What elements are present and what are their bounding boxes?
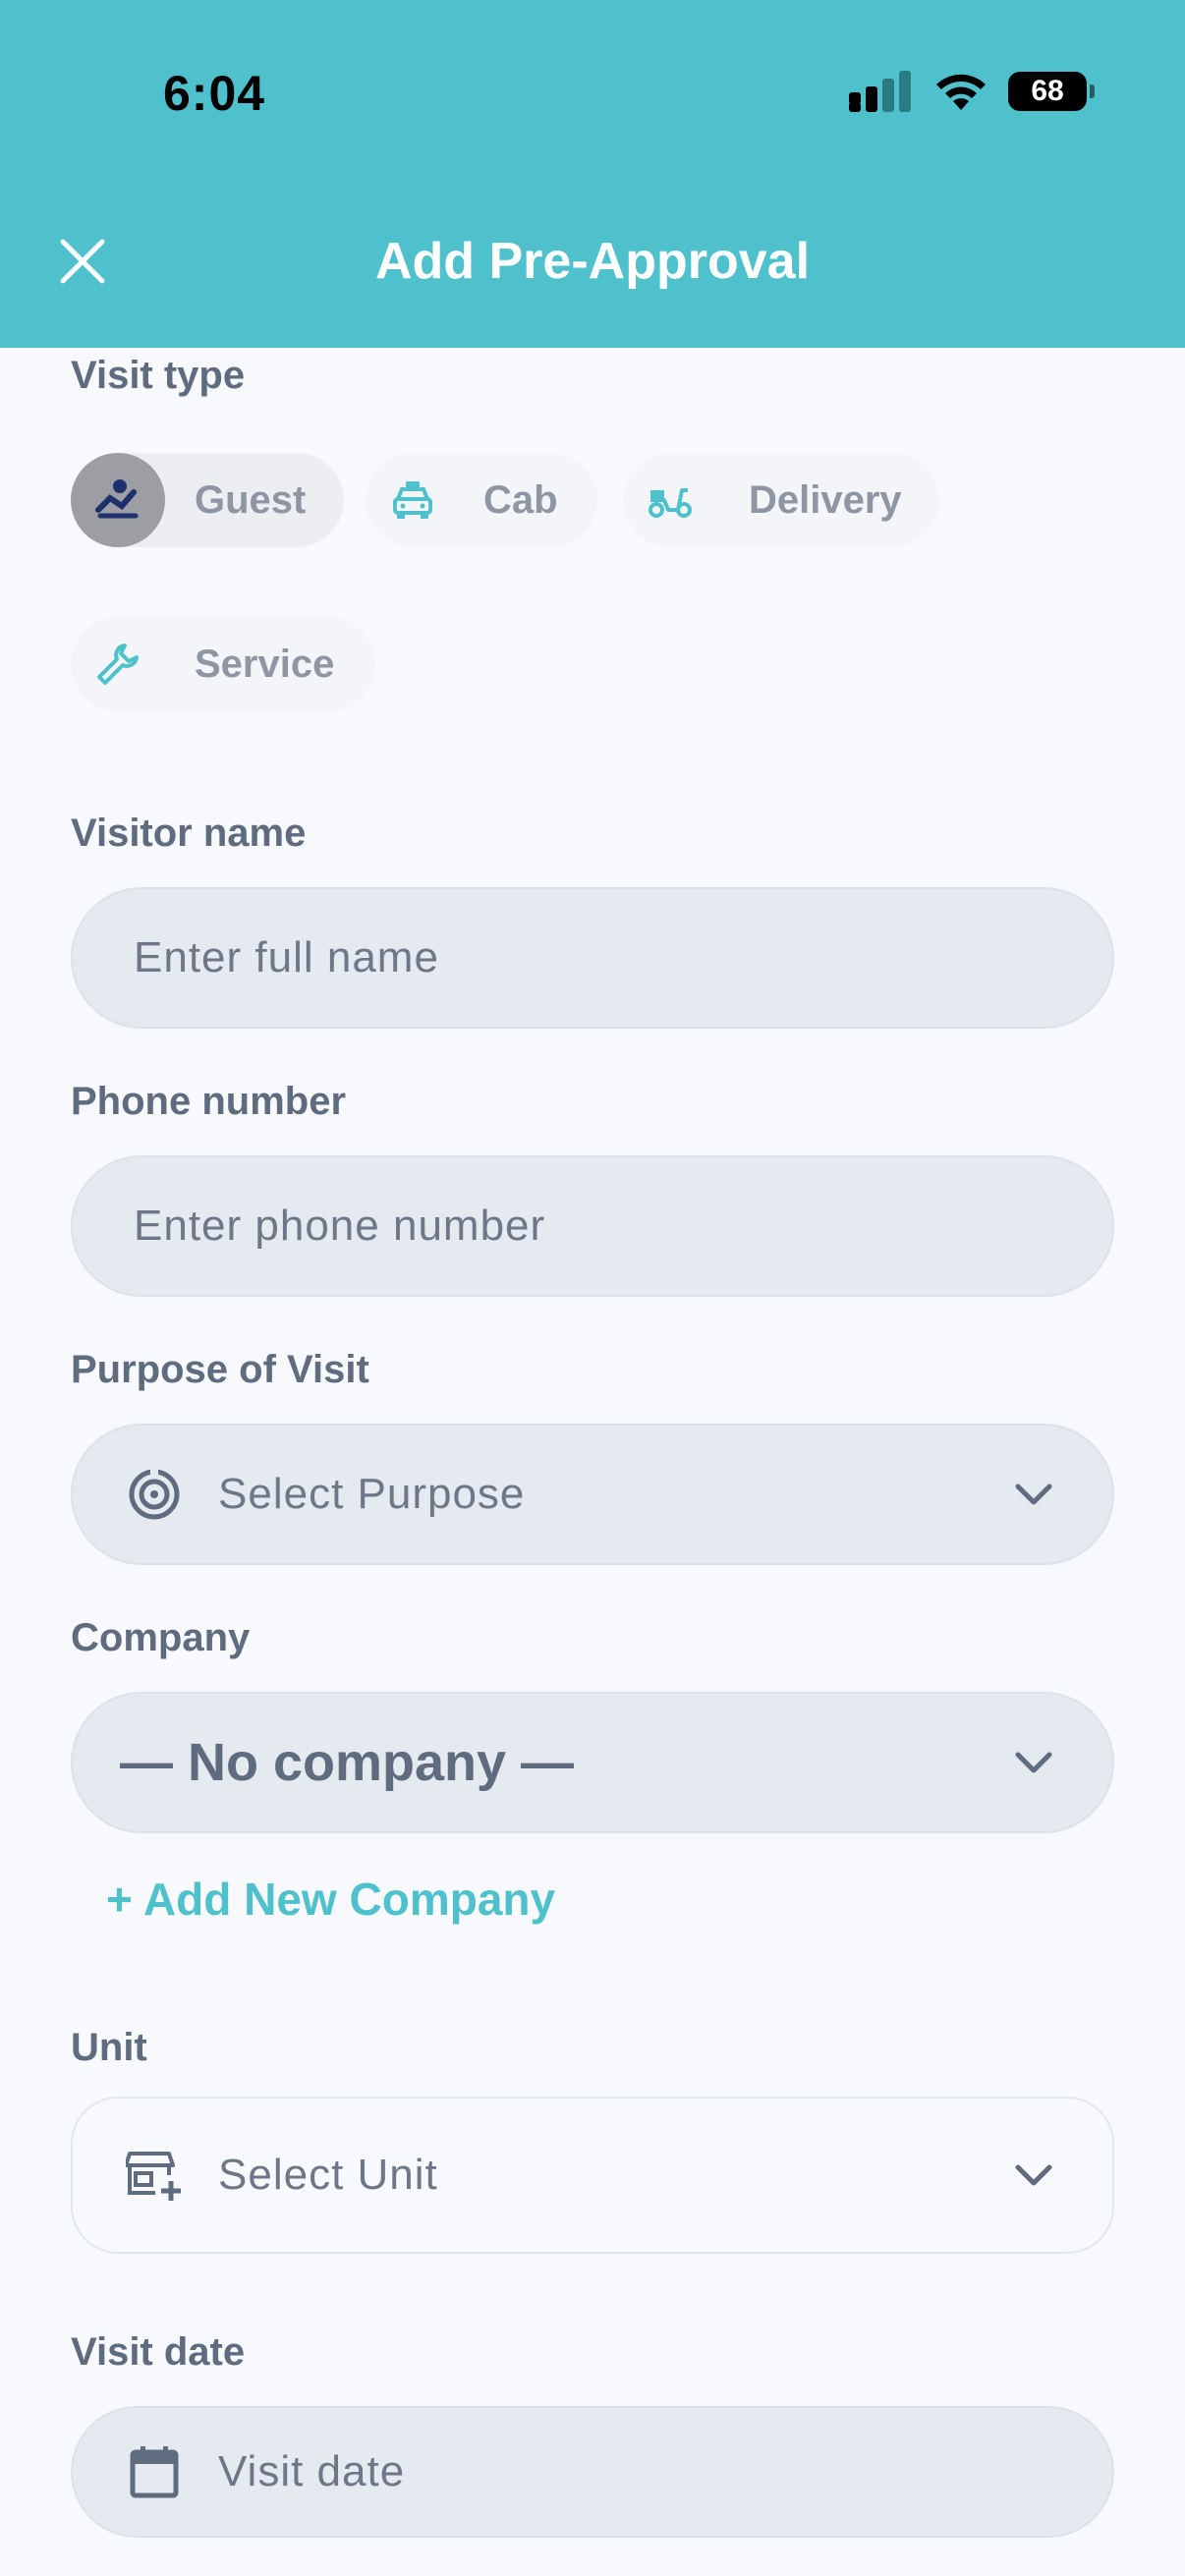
target-icon (124, 1464, 185, 1525)
wrench-icon (71, 617, 165, 711)
unit-placeholder: Select Unit (218, 2151, 438, 2199)
visit-type-delivery-chip[interactable]: Delivery (623, 453, 939, 547)
visit-date-label: Visit date (71, 2330, 246, 2374)
app-header: 6:04 68 Add Pre-Approval (0, 0, 1185, 348)
visit-type-delivery-label: Delivery (749, 477, 902, 522)
visit-type-service-label: Service (195, 642, 335, 686)
phone-number-label: Phone number (71, 1080, 347, 1123)
company-label: Company (71, 1616, 251, 1659)
visit-date-input[interactable]: Visit date (71, 2406, 1114, 2538)
status-time: 6:04 (163, 66, 266, 121)
calendar-icon (124, 2441, 185, 2502)
visit-type-service-chip[interactable]: Service (71, 617, 375, 711)
purpose-placeholder: Select Purpose (218, 1470, 526, 1518)
company-value: — No company — (120, 1733, 575, 1792)
page-title: Add Pre-Approval (374, 233, 811, 290)
add-new-company-link[interactable]: + Add New Company (106, 1873, 555, 1926)
status-icons: 68 (849, 71, 1095, 112)
visit-type-guest-label: Guest (195, 477, 307, 522)
visit-type-label: Visit type (71, 354, 246, 397)
purpose-select[interactable]: Select Purpose (71, 1424, 1114, 1565)
unit-label: Unit (71, 2026, 147, 2069)
visit-date-placeholder: Visit date (218, 2447, 406, 2495)
purpose-label: Purpose of Visit (71, 1348, 369, 1391)
visitor-name-input[interactable]: Enter full name (71, 887, 1114, 1029)
company-select[interactable]: — No company — (71, 1692, 1114, 1833)
visitor-name-placeholder: Enter full name (134, 933, 439, 981)
phone-number-input[interactable]: Enter phone number (71, 1155, 1114, 1297)
unit-select[interactable]: Select Unit (71, 2097, 1114, 2254)
cellular-signal-icon (849, 71, 911, 112)
taxi-icon (366, 453, 460, 547)
visit-type-guest-chip[interactable]: Guest (71, 453, 344, 547)
chevron-down-icon (1015, 1484, 1052, 1505)
battery-level: 68 (1031, 75, 1064, 107)
visit-type-cab-chip[interactable]: Cab (366, 453, 597, 547)
phone-number-placeholder: Enter phone number (134, 1202, 546, 1250)
battery-indicator: 68 (1008, 72, 1095, 111)
visit-type-cab-label: Cab (483, 477, 558, 522)
chevron-down-icon (1015, 1752, 1052, 1773)
chevron-down-icon (1015, 2164, 1052, 2186)
scooter-icon (623, 453, 717, 547)
guest-icon (71, 453, 165, 547)
store-add-icon (124, 2145, 185, 2206)
wifi-icon (936, 74, 986, 110)
visitor-name-label: Visitor name (71, 812, 307, 855)
